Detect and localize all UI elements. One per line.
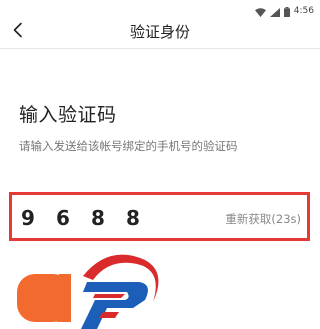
resend-code-button[interactable]: 重新获取(23s) xyxy=(225,211,301,227)
nav-bar: 验证身份 xyxy=(0,16,320,49)
code-digit-2: 6 xyxy=(56,206,70,230)
code-digit-3: 8 xyxy=(91,206,105,230)
code-digit-1: 9 xyxy=(21,206,35,230)
status-bar: 4:56 xyxy=(0,0,320,17)
page-title: 验证身份 xyxy=(129,23,190,41)
code-heading: 输入验证码 xyxy=(19,104,117,126)
brand-logo xyxy=(17,250,167,329)
code-digits: 9 6 8 8 xyxy=(21,206,161,230)
verify-identity-screen: 4:56 验证身份 输入验证码 请输入发送给该帐号绑定的手机号的验证码 9 6 … xyxy=(0,0,320,329)
verification-code-input[interactable]: 9 6 8 8 重新获取(23s) xyxy=(9,192,310,241)
code-instructions: 请输入发送给该帐号绑定的手机号的验证码 xyxy=(19,139,238,153)
code-digit-4: 8 xyxy=(126,206,140,230)
